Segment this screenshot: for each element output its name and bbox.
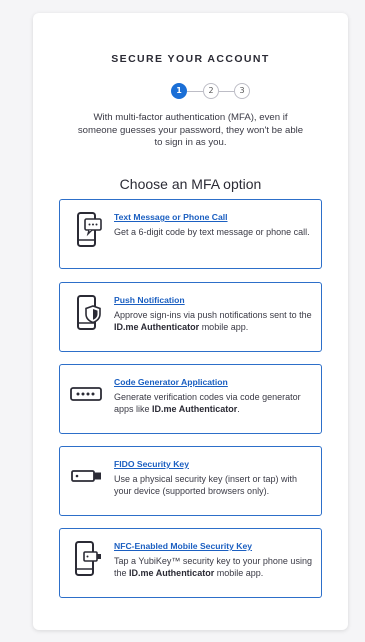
option-description: Approve sign-ins via push notifications … <box>114 310 312 332</box>
option-nfc-key[interactable]: NFC-Enabled Mobile Security Key Tap a Yu… <box>59 528 322 598</box>
page-title: SECURE YOUR ACCOUNT <box>111 53 270 65</box>
option-title[interactable]: Text Message or Phone Call <box>114 212 312 222</box>
step-connector <box>187 91 203 92</box>
option-fido-key[interactable]: FIDO Security Key Use a physical securit… <box>59 446 322 516</box>
step-3-indicator: 3 <box>234 83 250 99</box>
step-connector <box>219 91 234 92</box>
option-description: Use a physical security key (insert or t… <box>114 474 298 496</box>
step-2-indicator: 2 <box>203 83 219 99</box>
option-text-message[interactable]: Text Message or Phone Call Get a 6-digit… <box>59 199 322 269</box>
options-heading: Choose an MFA option <box>119 176 262 192</box>
phone-message-icon <box>70 210 104 250</box>
option-title[interactable]: NFC-Enabled Mobile Security Key <box>114 541 312 551</box>
option-push-notification[interactable]: Push Notification Approve sign-ins via p… <box>59 282 322 352</box>
option-title[interactable]: Code Generator Application <box>114 377 312 387</box>
option-description: Tap a YubiKey™ security key to your phon… <box>114 556 312 578</box>
mfa-explanation: With multi-factor authentication (MFA), … <box>77 112 304 149</box>
mfa-card: SECURE YOUR ACCOUNT 1 2 3 With multi-fac… <box>33 13 348 630</box>
phone-nfc-key-icon <box>70 539 104 579</box>
option-title[interactable]: Push Notification <box>114 295 312 305</box>
phone-shield-icon <box>70 293 104 333</box>
option-description: Generate verification codes via code gen… <box>114 392 301 414</box>
step-1-indicator: 1 <box>171 83 187 99</box>
code-field-icon <box>70 375 104 415</box>
progress-stepper: 1 2 3 <box>141 83 250 99</box>
option-code-generator[interactable]: Code Generator Application Generate veri… <box>59 364 322 434</box>
usb-key-icon <box>70 457 104 497</box>
option-title[interactable]: FIDO Security Key <box>114 459 312 469</box>
option-description: Get a 6-digit code by text message or ph… <box>114 227 310 237</box>
